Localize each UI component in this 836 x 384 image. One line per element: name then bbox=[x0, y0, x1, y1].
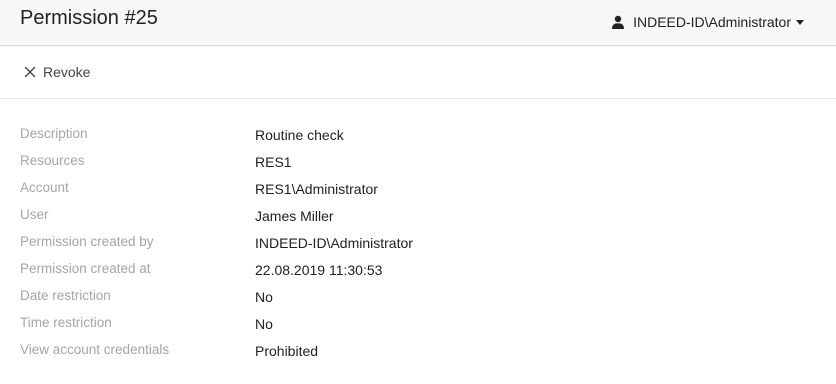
detail-label: Permission created by bbox=[20, 234, 154, 249]
detail-value: Routine check bbox=[255, 127, 344, 143]
permission-details: Description Routine check Resources RES1… bbox=[0, 99, 836, 369]
revoke-button[interactable]: Revoke bbox=[24, 64, 90, 80]
detail-label: View account credentials bbox=[20, 342, 170, 357]
detail-label: User bbox=[20, 207, 49, 222]
close-icon bbox=[24, 66, 36, 78]
detail-row-created-at: Permission created at 22.08.2019 11:30:5… bbox=[0, 261, 836, 288]
detail-value: James Miller bbox=[255, 208, 334, 224]
user-icon bbox=[611, 15, 625, 29]
detail-label: Resources bbox=[20, 153, 85, 168]
detail-row-created-by: Permission created by INDEED-ID\Administ… bbox=[0, 234, 836, 261]
detail-row-description: Description Routine check bbox=[0, 126, 836, 153]
detail-label: Permission created at bbox=[20, 261, 151, 276]
detail-label: Account bbox=[20, 180, 69, 195]
detail-row-view-credentials: View account credentials Prohibited bbox=[0, 342, 836, 369]
user-menu-label: INDEED-ID\Administrator bbox=[633, 13, 791, 30]
detail-label: Description bbox=[20, 126, 88, 141]
detail-value: RES1\Administrator bbox=[255, 181, 378, 197]
detail-row-resources: Resources RES1 bbox=[0, 153, 836, 180]
detail-value: 22.08.2019 11:30:53 bbox=[255, 262, 383, 278]
toolbar: Revoke bbox=[0, 46, 836, 99]
detail-label: Date restriction bbox=[20, 288, 111, 303]
detail-value: No bbox=[255, 316, 273, 332]
user-menu-dropdown[interactable]: INDEED-ID\Administrator bbox=[611, 14, 804, 30]
detail-value: Prohibited bbox=[255, 343, 319, 359]
detail-row-user: User James Miller bbox=[0, 207, 836, 234]
detail-row-account: Account RES1\Administrator bbox=[0, 180, 836, 207]
page-title: Permission #25 bbox=[20, 7, 158, 29]
detail-label: Time restriction bbox=[20, 315, 112, 330]
revoke-button-label: Revoke bbox=[43, 64, 91, 80]
detail-value: RES1 bbox=[255, 154, 292, 170]
detail-row-time-restriction: Time restriction No bbox=[0, 315, 836, 342]
detail-value: INDEED-ID\Administrator bbox=[255, 235, 413, 251]
caret-down-icon bbox=[796, 19, 804, 25]
app-header: Permission #25 INDEED-ID\Administrator bbox=[0, 0, 836, 46]
detail-row-date-restriction: Date restriction No bbox=[0, 288, 836, 315]
detail-value: No bbox=[255, 289, 273, 305]
